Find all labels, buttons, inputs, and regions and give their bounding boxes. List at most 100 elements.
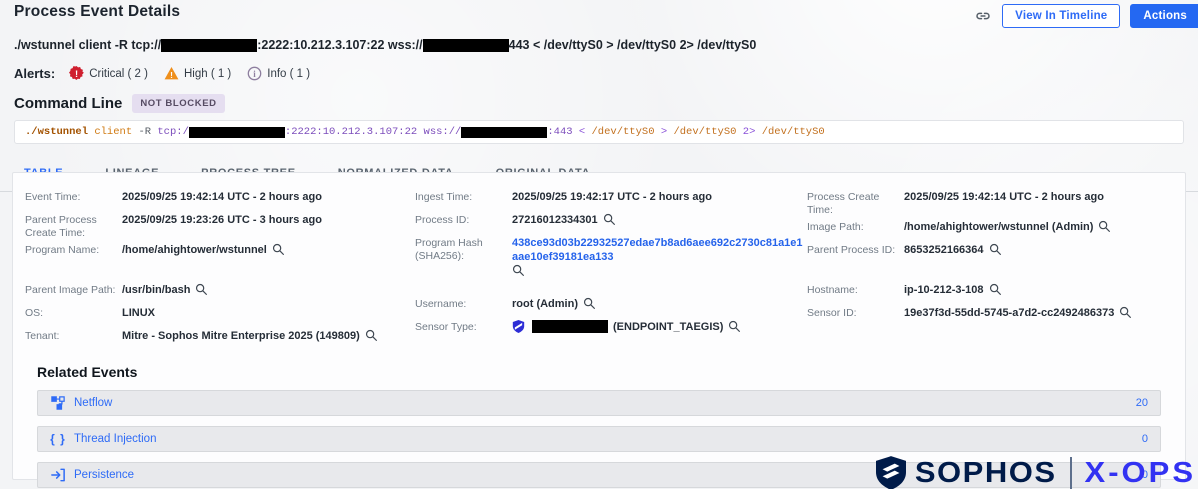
field-value-text: 27216012334301 (512, 213, 598, 227)
command-line-title: Command Line (14, 95, 122, 112)
field-label: Tenant: (25, 328, 122, 343)
detail-field: Program Name:/home/ahightower/wstunnel (25, 242, 415, 265)
detail-field: Image Path:/home/ahightower/wstunnel (Ad… (807, 219, 1173, 242)
field-value: /home/ahightower/wstunnel (122, 242, 285, 257)
permalink-icon[interactable] (974, 7, 992, 25)
svg-text:!: ! (170, 70, 173, 80)
command-line-code-text: client (94, 126, 132, 138)
field-value-text: 8653252166364 (904, 243, 984, 257)
field-value: (ENDPOINT_TAEGIS) (512, 319, 741, 334)
field-value: 2025/09/25 19:42:14 UTC - 2 hours ago (122, 189, 322, 204)
details-column: Event Time:2025/09/25 19:42:14 UTC - 2 h… (25, 189, 415, 351)
alert-filter-high[interactable]: !High ( 1 ) (164, 66, 231, 81)
braces-icon: { } (50, 432, 66, 446)
search-icon[interactable] (583, 297, 596, 310)
sophos-shield-icon (876, 456, 906, 489)
field-value: 2025/09/25 19:42:14 UTC - 2 hours ago (904, 189, 1104, 204)
search-icon[interactable] (989, 283, 1002, 296)
related-event-row-netflow[interactable]: Netflow20 (37, 390, 1161, 416)
search-icon[interactable] (728, 320, 741, 333)
detail-field: Process ID:27216012334301 (415, 212, 807, 235)
field-label: Username: (415, 296, 512, 311)
alert-label: Info ( 1 ) (267, 68, 310, 80)
detail-field: Event Time:2025/09/25 19:42:14 UTC - 2 h… (25, 189, 415, 212)
alert-filter-critical[interactable]: ! Critical ( 2 ) (69, 66, 148, 81)
critical-severity-icon: ! (69, 66, 84, 81)
detail-field: Sensor Type: (ENDPOINT_TAEGIS) (415, 319, 807, 342)
svg-text:i: i (254, 69, 257, 79)
field-value-text: 19e37f3d-55dd-5745-a7d2-cc2492486373 (904, 306, 1114, 320)
field-value-text: /home/ahightower/wstunnel (122, 243, 267, 257)
field-label: Ingest Time: (415, 189, 512, 204)
field-value-text[interactable]: 438ce93d03b22932527edae7b8ad6aee692c2730… (512, 236, 807, 264)
command-line-code-text: wss:// (424, 126, 462, 138)
search-icon[interactable] (195, 283, 208, 296)
detail-field: Parent Process Create Time:2025/09/25 19… (25, 212, 415, 242)
related-events-title: Related Events (37, 364, 1173, 380)
command-line-code-redacted (461, 127, 547, 138)
search-icon[interactable] (512, 264, 807, 277)
related-event-count: 20 (1136, 397, 1148, 409)
field-label: Hostname: (807, 282, 904, 297)
field-value: 19e37f3d-55dd-5745-a7d2-cc2492486373 (904, 305, 1132, 320)
field-label: Parent Image Path: (25, 282, 122, 297)
not-blocked-badge: NOT BLOCKED (132, 94, 224, 113)
field-label: Event Time: (25, 189, 122, 204)
field-value-text: Mitre - Sophos Mitre Enterprise 2025 (14… (122, 329, 360, 343)
svg-text:!: ! (75, 69, 78, 79)
command-line-code: ./wstunnel client -R tcp:/:2222:10.212.3… (14, 120, 1184, 144)
netflow-icon (50, 396, 66, 410)
field-label: Parent Process ID: (807, 242, 904, 257)
field-value: 2025/09/25 19:23:26 UTC - 3 hours ago (122, 212, 322, 227)
field-value-text: 2025/09/25 19:42:17 UTC - 2 hours ago (512, 190, 712, 204)
command-line-code-text: /dev/ttyS0 (673, 126, 736, 138)
field-label: Sensor Type: (415, 319, 512, 334)
actions-button[interactable]: Actions (1130, 4, 1198, 28)
field-value: 8653252166364 (904, 242, 1002, 257)
search-icon[interactable] (1119, 306, 1132, 319)
command-line-code-text: -R (138, 126, 151, 138)
view-in-timeline-button[interactable]: View In Timeline (1002, 4, 1120, 28)
field-value: LINUX (122, 305, 155, 320)
persistence-icon (50, 468, 66, 482)
command-summary-redacted (423, 39, 509, 52)
details-card: Event Time:2025/09/25 19:42:14 UTC - 2 h… (12, 172, 1186, 480)
field-value-text: (ENDPOINT_TAEGIS) (613, 320, 723, 334)
detail-field: Program Hash (SHA256):438ce93d03b2293252… (415, 235, 807, 279)
search-icon[interactable] (603, 213, 616, 226)
field-label: Image Path: (807, 219, 904, 234)
alerts-row: Alerts: !Critical ( 2 )!High ( 1 )iInfo … (0, 52, 1198, 81)
search-icon[interactable] (365, 329, 378, 342)
sensor-shield-icon (512, 320, 525, 333)
field-value-text: /home/ahightower/wstunnel (Admin) (904, 220, 1093, 234)
related-event-label: Thread Injection (74, 433, 156, 445)
command-line-header: Command Line NOT BLOCKED (0, 81, 1198, 113)
command-summary: ./wstunnel client -R tcp://:2222:10.212.… (0, 28, 1198, 52)
alert-filter-info[interactable]: i Info ( 1 ) (247, 66, 310, 81)
field-value-text: 2025/09/25 19:42:14 UTC - 2 hours ago (904, 190, 1104, 204)
field-label: Program Hash (SHA256): (415, 235, 512, 263)
related-event-row-thread-injection[interactable]: { } Thread Injection 0 (37, 426, 1161, 452)
search-icon[interactable] (272, 243, 285, 256)
search-icon[interactable] (1098, 220, 1111, 233)
field-value[interactable]: 438ce93d03b22932527edae7b8ad6aee692c2730… (512, 235, 807, 277)
command-line-code-redacted (189, 127, 285, 138)
detail-field: Username:root (Admin) (415, 296, 807, 319)
field-value: 27216012334301 (512, 212, 616, 227)
detail-field: Sensor ID:19e37f3d-55dd-5745-a7d2-cc2492… (807, 305, 1173, 328)
page-title: Process Event Details (14, 3, 180, 21)
high-severity-icon: ! (164, 66, 179, 81)
alert-label: Critical ( 2 ) (89, 68, 148, 80)
header-actions: View In Timeline Actions (974, 3, 1198, 28)
field-label: Sensor ID: (807, 305, 904, 320)
details-grid: Event Time:2025/09/25 19:42:14 UTC - 2 h… (25, 189, 1173, 351)
related-event-count: 0 (1142, 433, 1148, 445)
command-summary-text: 443 < /dev/ttyS0 > /dev/ttyS0 2> /dev/tt… (509, 38, 757, 52)
info-severity-icon: i (247, 66, 262, 81)
detail-field: Ingest Time:2025/09/25 19:42:17 UTC - 2 … (415, 189, 807, 212)
search-icon[interactable] (989, 243, 1002, 256)
header: Process Event Details View In Timeline A… (0, 0, 1198, 28)
field-value: 2025/09/25 19:42:17 UTC - 2 hours ago (512, 189, 712, 204)
command-summary-text: ./wstunnel client -R tcp:// (14, 38, 161, 52)
command-line-code-text: ./wstunnel (25, 126, 88, 138)
